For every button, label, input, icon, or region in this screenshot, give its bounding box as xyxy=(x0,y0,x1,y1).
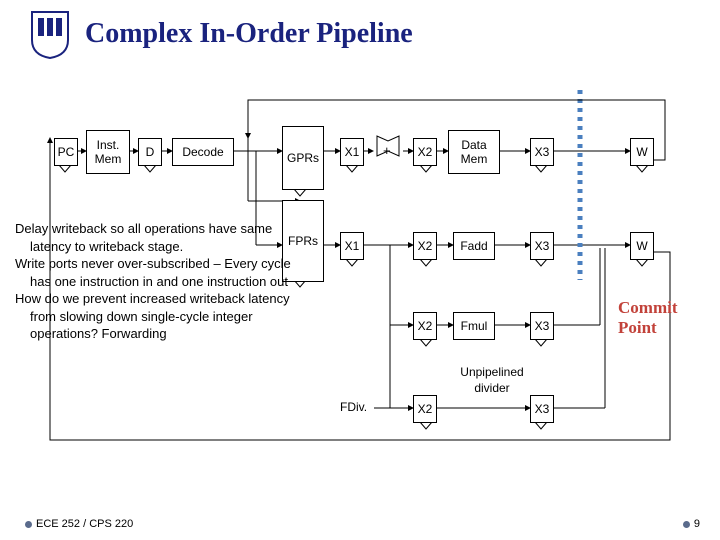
page-number: 9 xyxy=(683,518,700,530)
stage-x1-int: X1 xyxy=(340,138,364,166)
stage-d: D xyxy=(138,138,162,166)
stage-fmul: Fmul xyxy=(453,312,495,340)
stage-gprs: GPRs xyxy=(282,126,324,190)
stage-x1-fp: X1 xyxy=(340,232,364,260)
stage-fadd: Fadd xyxy=(453,232,495,260)
stage-x2-fadd: X2 xyxy=(413,232,437,260)
commit-point-label: Commit Point xyxy=(618,298,677,338)
stage-fdiv-label: FDiv. xyxy=(340,400,367,416)
slide-title: Complex In-Order Pipeline xyxy=(85,18,413,50)
stage-x3-fmul: X3 xyxy=(530,312,554,340)
stage-pc: PC xyxy=(54,138,78,166)
bullet-icon xyxy=(25,521,32,528)
bullet-icon xyxy=(683,521,690,528)
stage-x2-int: X2 xyxy=(413,138,437,166)
stage-imem: Inst. Mem xyxy=(86,130,130,174)
explanation-text: Delay writeback so all operations have s… xyxy=(15,220,295,343)
stage-w-int: W xyxy=(630,138,654,166)
stage-dmem: Data Mem xyxy=(448,130,500,174)
alu-plus-label: + xyxy=(383,143,391,160)
stage-x3-fadd: X3 xyxy=(530,232,554,260)
stage-x3-fdiv: X3 xyxy=(530,395,554,423)
para-1: Delay writeback so all operations have s… xyxy=(15,220,295,255)
stage-w-fp: W xyxy=(630,232,654,260)
footer-course: ECE 252 / CPS 220 xyxy=(25,518,133,530)
stage-x3-int: X3 xyxy=(530,138,554,166)
stage-decode: Decode xyxy=(172,138,234,166)
para-3: How do we prevent increased writeback la… xyxy=(15,290,295,343)
university-shield-icon xyxy=(30,10,70,60)
stage-x2-fmul: X2 xyxy=(413,312,437,340)
para-2: Write ports never over-subscribed – Ever… xyxy=(15,255,295,290)
stage-x2-fdiv: X2 xyxy=(413,395,437,423)
unpipelined-divider-label: Unpipelined divider xyxy=(452,365,532,396)
